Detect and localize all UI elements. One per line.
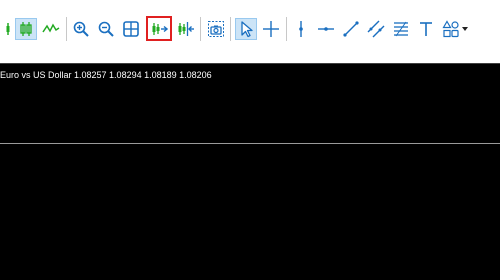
toolbar-separator (200, 17, 201, 41)
text-icon[interactable] (415, 18, 437, 40)
toolbar-separator (66, 17, 67, 41)
toolbar-separator (286, 17, 287, 41)
cursor-icon[interactable] (235, 18, 257, 40)
trendline-icon[interactable] (340, 18, 362, 40)
chart-shift-icon[interactable] (175, 18, 197, 40)
tile-windows-icon[interactable] (120, 18, 142, 40)
symbol-info-label: Euro vs US Dollar 1.08257 1.08294 1.0818… (0, 70, 212, 80)
fibonacci-icon[interactable] (390, 18, 412, 40)
line-chart-icon[interactable] (40, 18, 62, 40)
toolbar-separator (230, 17, 231, 41)
auto-scroll-icon[interactable] (146, 16, 172, 41)
price-level-line[interactable] (0, 143, 500, 144)
screenshot-icon[interactable] (205, 18, 227, 40)
equidistant-channel-icon[interactable] (365, 18, 387, 40)
zoom-out-icon[interactable] (95, 18, 117, 40)
horizontal-line-icon[interactable] (315, 18, 337, 40)
chart-area[interactable]: Euro vs US Dollar 1.08257 1.08294 1.0818… (0, 64, 500, 280)
dropdown-arrow-icon[interactable] (459, 18, 471, 40)
chart-toolbar (0, 0, 500, 58)
bar-chart-icon[interactable] (15, 18, 37, 40)
zoom-in-icon[interactable] (70, 18, 92, 40)
vertical-line-icon[interactable] (290, 18, 312, 40)
candlesticks-icon[interactable] (0, 18, 14, 40)
crosshair-icon[interactable] (260, 18, 282, 40)
